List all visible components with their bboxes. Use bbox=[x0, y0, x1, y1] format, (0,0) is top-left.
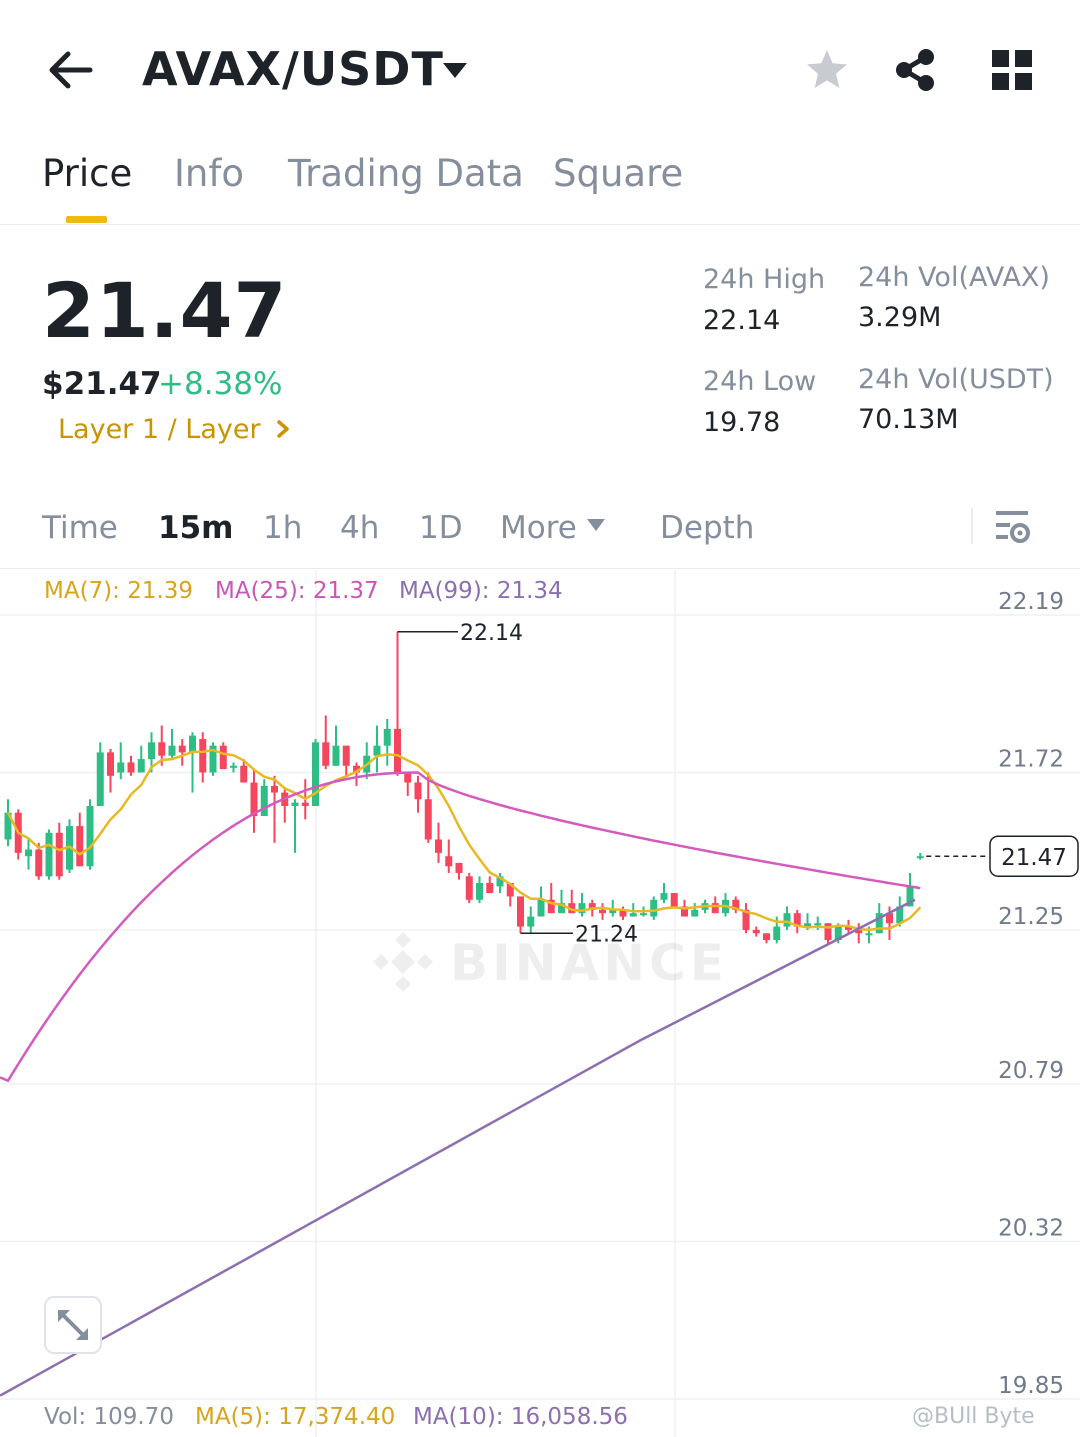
candle-body bbox=[476, 883, 483, 900]
candle-body bbox=[45, 832, 53, 877]
candle-body bbox=[424, 799, 432, 840]
y-tick-label: 22.19 bbox=[998, 589, 1064, 615]
candle-body bbox=[773, 926, 781, 940]
candle-body bbox=[537, 899, 545, 917]
candle-body bbox=[373, 745, 381, 756]
binance-watermark-logo bbox=[373, 932, 433, 992]
candle-body bbox=[76, 826, 84, 867]
last-price-tag: 21.47 bbox=[1001, 845, 1067, 871]
candle-body bbox=[445, 856, 453, 867]
candle-body bbox=[148, 742, 155, 760]
candle-body bbox=[322, 742, 330, 766]
candle-body bbox=[96, 752, 104, 806]
candle-body bbox=[342, 745, 350, 766]
candle-body bbox=[916, 856, 924, 859]
volume-ma10-legend: MA(10): 16,058.56 bbox=[413, 1404, 628, 1430]
candle-body bbox=[814, 923, 822, 926]
candle-body bbox=[435, 839, 442, 853]
high-marker-label: 22.14 bbox=[460, 621, 523, 646]
ma7-line bbox=[6, 748, 922, 932]
candle-body bbox=[711, 903, 719, 914]
binance-logo-diamond bbox=[395, 976, 411, 992]
candle-body bbox=[455, 862, 463, 873]
candle-body bbox=[865, 933, 873, 936]
candle-body bbox=[178, 745, 186, 753]
candle-body bbox=[219, 745, 227, 770]
candle-body bbox=[260, 785, 268, 817]
candle-body bbox=[107, 752, 114, 776]
ma99-legend: MA(99): 21.34 bbox=[399, 578, 563, 604]
candle-body bbox=[189, 735, 196, 753]
candle-body bbox=[25, 849, 32, 857]
candle-body bbox=[312, 742, 319, 806]
y-tick-label: 21.25 bbox=[998, 904, 1064, 930]
candle-body bbox=[824, 923, 832, 940]
candle-body bbox=[527, 916, 535, 927]
low-marker-label: 21.24 bbox=[575, 922, 638, 947]
candlestick-chart[interactable]: BINANCE22.1421.2421.4722.1921.7221.2520.… bbox=[0, 0, 1080, 1437]
candle-body bbox=[650, 899, 658, 917]
candle-body bbox=[640, 913, 647, 916]
candle-body bbox=[752, 929, 760, 934]
binance-logo-diamond bbox=[417, 954, 433, 970]
y-tick-label: 21.72 bbox=[998, 746, 1064, 772]
volume-ma5-legend: MA(5): 17,374.40 bbox=[195, 1404, 396, 1430]
candle-body bbox=[86, 805, 94, 867]
binance-logo-diamond bbox=[373, 954, 389, 970]
y-tick-label: 20.79 bbox=[998, 1058, 1064, 1084]
candle-body bbox=[691, 909, 699, 917]
y-tick-label: 20.32 bbox=[998, 1216, 1064, 1242]
candle-body bbox=[783, 913, 791, 927]
candle-body bbox=[414, 782, 422, 800]
candle-body bbox=[629, 913, 637, 917]
binance-logo-diamond bbox=[391, 950, 415, 974]
author-watermark: @BUll Byte bbox=[912, 1404, 1035, 1429]
ma7-legend: MA(7): 21.39 bbox=[44, 578, 194, 604]
candle-body bbox=[517, 896, 524, 927]
candle-body bbox=[763, 933, 770, 940]
candle-body bbox=[394, 728, 401, 773]
candle-body bbox=[486, 883, 494, 894]
candle-body bbox=[230, 765, 237, 768]
candle-body bbox=[240, 765, 248, 783]
candle-body bbox=[332, 745, 340, 766]
candle-body bbox=[271, 785, 278, 793]
candle-body bbox=[55, 832, 63, 877]
candle-body bbox=[301, 802, 309, 806]
y-tick-label: 19.85 bbox=[998, 1373, 1064, 1399]
candle-body bbox=[168, 745, 176, 756]
candle-body bbox=[117, 762, 125, 773]
candle-body bbox=[660, 893, 668, 900]
candle-body bbox=[404, 772, 412, 783]
candle-body bbox=[199, 738, 207, 773]
volume-legend: Vol: 109.70 bbox=[44, 1404, 174, 1430]
candle-body bbox=[158, 742, 166, 756]
candle-body bbox=[291, 802, 299, 806]
binance-logo-diamond bbox=[395, 932, 411, 948]
candle-body bbox=[127, 762, 135, 773]
candle-body bbox=[383, 728, 391, 746]
ma25-legend: MA(25): 21.37 bbox=[215, 578, 379, 604]
candle-body bbox=[35, 849, 43, 877]
candle-body bbox=[599, 909, 606, 914]
candle-body bbox=[465, 876, 473, 900]
candle-body bbox=[670, 893, 678, 907]
expand-chart-button[interactable] bbox=[44, 1296, 102, 1354]
ma25-line bbox=[0, 771, 921, 1083]
candle-body bbox=[137, 759, 145, 773]
expand-icon bbox=[57, 1309, 89, 1341]
